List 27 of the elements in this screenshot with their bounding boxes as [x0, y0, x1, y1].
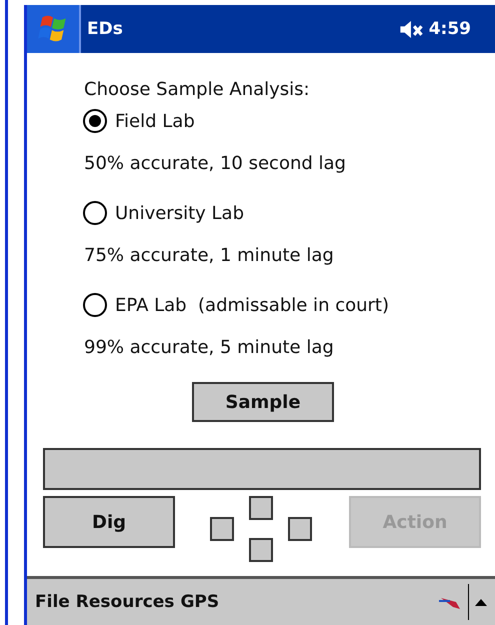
radio-option[interactable]: EPA Lab (admissable in court) — [83, 292, 481, 318]
radio-button[interactable] — [83, 109, 107, 133]
option-label: Field Lab — [115, 110, 195, 132]
radio-button[interactable] — [83, 201, 107, 225]
up-square-button[interactable] — [249, 496, 273, 520]
caret-up-icon[interactable] — [475, 598, 487, 606]
right-square-button[interactable] — [288, 517, 312, 541]
start-button[interactable] — [27, 5, 81, 53]
speaker-muted-icon[interactable] — [398, 20, 425, 38]
option-description: 75% accurate, 1 minute lag — [84, 244, 335, 268]
option-label: University Lab — [115, 202, 244, 224]
menu-item[interactable]: File — [35, 592, 70, 612]
menu-item[interactable]: GPS — [180, 592, 220, 612]
radio-button[interactable] — [83, 293, 107, 317]
sample-button[interactable]: Sample — [192, 382, 334, 422]
prompt-label: Choose Sample Analysis: — [84, 78, 311, 102]
option-label: EPA Lab (admissable in court) — [115, 294, 389, 316]
radio-option[interactable]: Field Lab — [83, 108, 481, 134]
window-title: EDs — [87, 19, 124, 39]
left-square-button[interactable] — [210, 517, 234, 541]
option-description: 99% accurate, 5 minute lag — [84, 336, 335, 360]
option-description: 50% accurate, 10 second lag — [84, 152, 347, 176]
menu-item[interactable]: Resources — [76, 592, 174, 612]
down-square-button[interactable] — [249, 538, 273, 562]
radio-option[interactable]: University Lab — [83, 200, 481, 226]
dig-button[interactable]: Dig — [43, 496, 175, 548]
clock-time[interactable]: 4:59 — [428, 19, 471, 39]
